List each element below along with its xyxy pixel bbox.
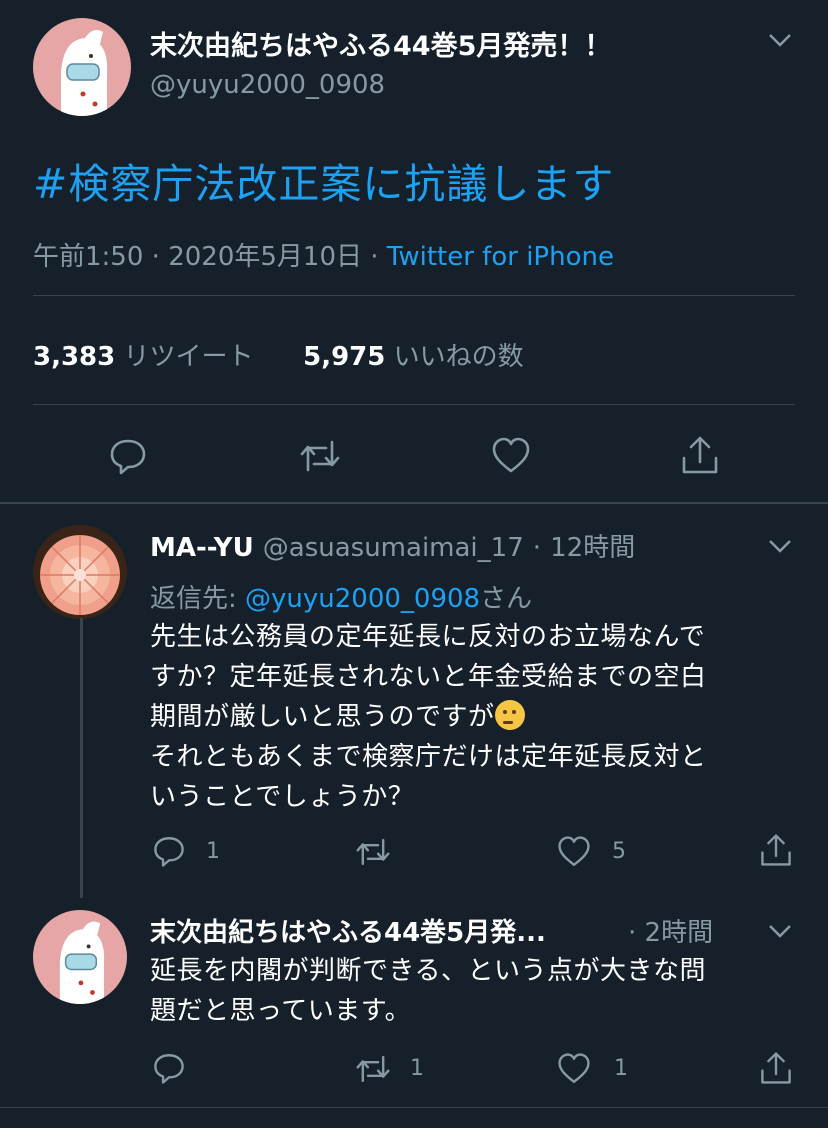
reply-text: 先生は公務員の定年延長に反対のお立場なんで すか？定年延長されないと年金受給まで… <box>150 622 707 812</box>
like-count: 1 <box>614 1056 628 1081</box>
like-icon[interactable] <box>557 835 591 869</box>
author-display-name[interactable]: 末次由紀ちはやふる44巻5月発売！！ <box>150 24 611 63</box>
reply-author: MA--YU @asuasumaimai_17 · 12時間 <box>150 533 636 563</box>
replying-to-handle[interactable]: @yuyu2000_0908 <box>245 584 480 614</box>
divider <box>33 404 795 405</box>
retweet-icon[interactable] <box>354 835 392 869</box>
tweet-meta: 午前1:50 · 2020年5月10日 · Twitter for iPhone <box>33 242 614 272</box>
reply-avatar[interactable] <box>33 525 127 619</box>
reply-icon[interactable] <box>108 436 148 476</box>
reply-display-name[interactable]: 末次由紀ちはやふる44巻5月発... <box>150 912 630 949</box>
reply-text: 延長を内閣が判断できる、という点が大きな問 題だと思っています。 <box>150 956 706 1026</box>
reply-avatar[interactable] <box>33 910 127 1004</box>
reply-handle[interactable]: @asuasumaimai_17 <box>263 533 524 563</box>
chevron-down-icon[interactable] <box>766 536 794 556</box>
reply-time: 12時間 <box>550 533 636 563</box>
retweet-icon[interactable] <box>298 436 342 476</box>
tweet-source-link[interactable]: Twitter for iPhone <box>387 242 614 272</box>
chevron-down-icon[interactable] <box>766 30 794 50</box>
reply-icon[interactable] <box>152 1051 186 1085</box>
section-divider <box>0 1107 828 1108</box>
replying-to: 返信先: @yuyu2000_0908さん <box>150 584 533 614</box>
author-handle[interactable]: @yuyu2000_0908 <box>150 70 385 100</box>
tweet-hashtag-text[interactable]: #検察庁法改正案に抗議します <box>33 150 614 210</box>
section-divider <box>0 502 828 504</box>
reply-time: · 2時間 <box>628 918 714 948</box>
like-count: 5 <box>612 839 626 864</box>
reply-icon[interactable] <box>152 834 186 868</box>
share-icon[interactable] <box>680 434 720 476</box>
tweet-date: 2020年5月10日 <box>168 242 362 272</box>
thread-line <box>80 618 83 898</box>
retweets-stat[interactable]: 3,383 リツイート <box>33 342 254 372</box>
reply-count: 1 <box>206 839 220 864</box>
share-icon[interactable] <box>759 1050 793 1086</box>
author-avatar[interactable] <box>33 18 131 116</box>
likes-stat[interactable]: 5,975 いいねの数 <box>303 342 524 372</box>
like-icon[interactable] <box>491 436 531 476</box>
engagement-stats: 3,383 リツイート 5,975 いいねの数 <box>33 336 524 373</box>
tweet-time: 午前1:50 <box>33 242 144 272</box>
like-icon[interactable] <box>557 1052 591 1086</box>
thinking-face-icon <box>494 700 525 730</box>
share-icon[interactable] <box>759 832 793 868</box>
reply-display-name[interactable]: MA--YU <box>150 533 254 563</box>
retweet-count: 1 <box>410 1056 424 1081</box>
divider <box>33 295 795 296</box>
retweet-icon[interactable] <box>354 1052 392 1086</box>
chevron-down-icon[interactable] <box>766 921 794 941</box>
